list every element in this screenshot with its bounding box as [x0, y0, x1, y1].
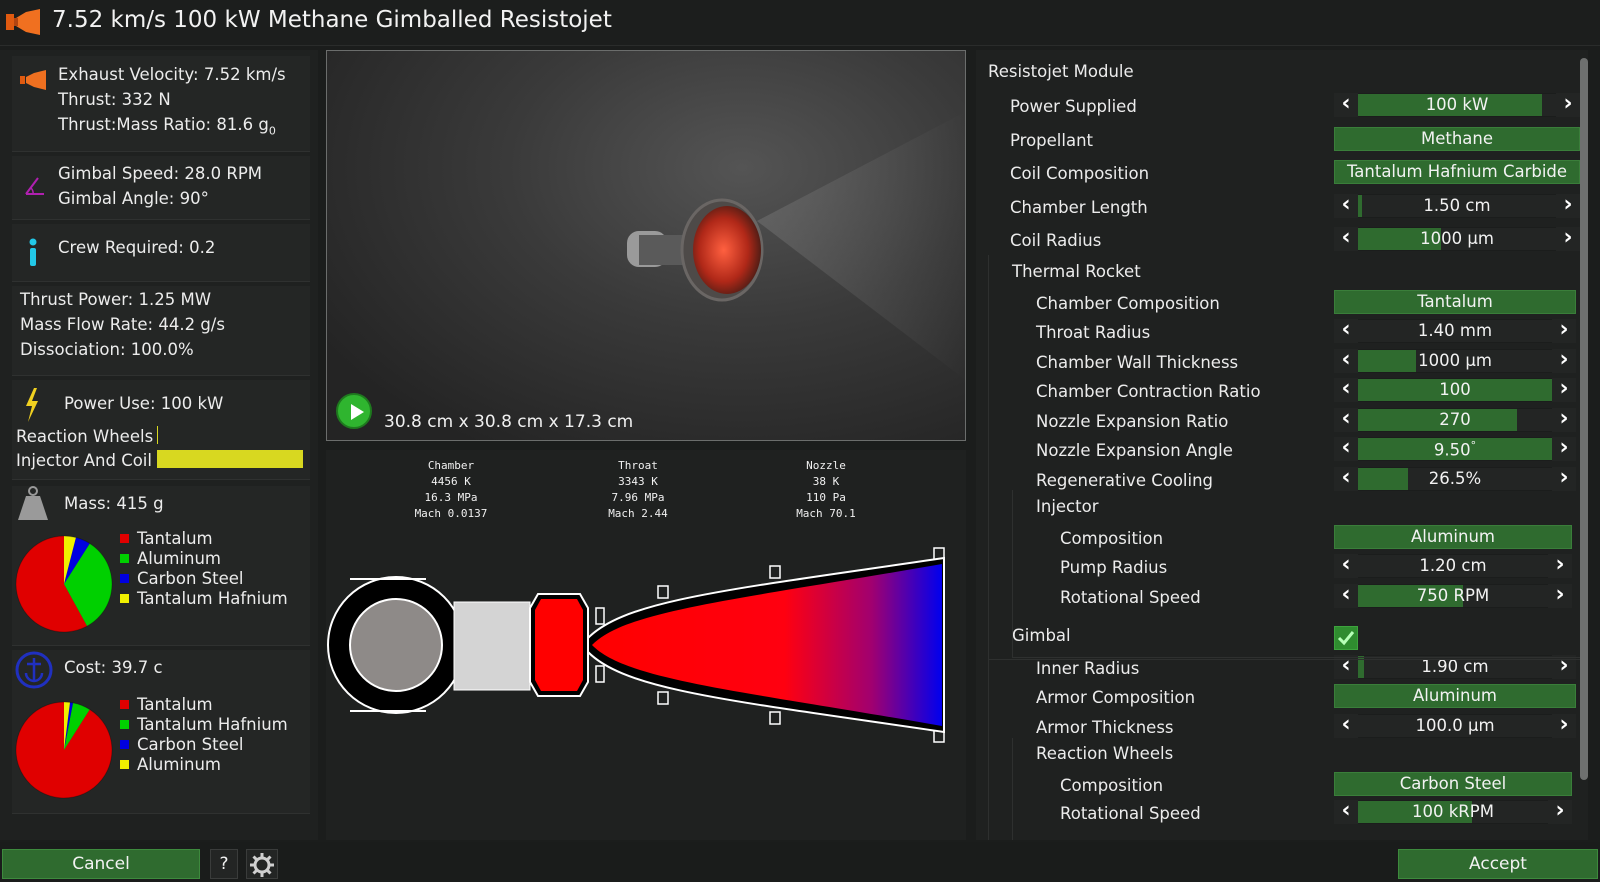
mass-pie-chart: [15, 535, 113, 633]
gimbal-box: Gimbal Speed: 28.0 RPM Gimbal Angle: 90°: [12, 156, 310, 220]
cost-box: Cost: 39.7 c Tantalum Tantalum Hafnium C…: [12, 650, 310, 814]
window-title: 7.52 km/s 100 kW Methane Gimballed Resis…: [52, 7, 612, 33]
accept-button[interactable]: Accept: [1398, 849, 1598, 879]
mass-box: Mass: 415 g Tantalum Aluminum Carbon Ste…: [12, 486, 310, 646]
mass-legend-item: Carbon Steel: [120, 568, 290, 588]
chamber-length-value: 1.50 cm: [1423, 196, 1491, 215]
stats-column: Exhaust Velocity: 7.52 km/s Thrust: 332 …: [0, 50, 318, 840]
title-bar: 7.52 km/s 100 kW Methane Gimballed Resis…: [0, 0, 1600, 46]
weight-icon: [18, 486, 48, 520]
gimbal-angle: Gimbal Angle: 90°: [58, 189, 209, 208]
model-dimensions: 30.8 cm x 30.8 cm x 17.3 cm: [384, 412, 634, 432]
decrease-arrow-icon[interactable]: ‹: [1334, 194, 1358, 218]
info-icon: [29, 238, 37, 266]
coil-radius-stepper[interactable]: ‹ › 1000 μm: [1334, 227, 1580, 251]
propellant-label: Propellant: [1010, 131, 1094, 150]
row-power-supplied: Power Supplied ‹ › 100 kW: [976, 93, 1588, 123]
module-settings-panel: Resistojet Module Power Supplied ‹ › 100 kW…: [976, 50, 1588, 840]
legend-swatch: [120, 533, 129, 543]
model-viewport[interactable]: 30.8 cm x 30.8 cm x 17.3 cm: [326, 50, 966, 441]
coil-composition-select[interactable]: Tantalum Hafnium Carbide: [1334, 160, 1580, 184]
cost-pie-chart: [15, 701, 113, 799]
legend-swatch: [120, 759, 129, 769]
flow-stats-box: Thrust Power: 1.25 MW Mass Flow Rate: 44…: [12, 286, 310, 376]
help-button[interactable]: ?: [210, 849, 238, 879]
coil-radius-label: Coil Radius: [1010, 231, 1102, 250]
propellant-select[interactable]: Methane: [1334, 127, 1580, 151]
coil-composition-label: Coil Composition: [1010, 164, 1150, 183]
power-bar-label-0: Reaction Wheels: [16, 427, 154, 446]
thrust-mass-ratio: Thrust:Mass Ratio: 81.6 g0: [58, 115, 276, 138]
increase-arrow-icon[interactable]: ›: [1556, 93, 1580, 117]
thrust-power: Thrust Power: 1.25 MW: [20, 290, 212, 309]
power-bar-label-1: Injector And Coil: [16, 451, 152, 470]
cost-icon: [15, 651, 53, 689]
legend-swatch: [120, 573, 129, 583]
cost-legend-item: Carbon Steel: [120, 734, 290, 754]
mass-legend: Tantalum Aluminum Carbon Steel Tantalum …: [120, 528, 290, 608]
cost-legend-item: Tantalum Hafnium Ca: [120, 714, 290, 734]
play-button[interactable]: [336, 393, 372, 429]
engine-render: [627, 112, 965, 380]
legend-swatch: [120, 699, 129, 709]
row-propellant: Propellant Methane: [976, 127, 1588, 157]
mass-legend-item: Tantalum: [120, 528, 290, 548]
injector-coil-power-bar: [157, 450, 303, 468]
power-box: Power Use: 100 kW Reaction Wheels Inject…: [12, 380, 310, 480]
footer-bar: Cancel ? Accept: [0, 842, 1600, 882]
row-chamber-length: Chamber Length ‹ › 1.50 cm: [976, 194, 1588, 224]
lightning-icon: [26, 388, 38, 422]
mass-legend-item: Aluminum: [120, 548, 290, 568]
increase-arrow-icon[interactable]: ›: [1556, 227, 1580, 251]
row-coil-radius: Coil Radius ‹ › 1000 μm: [976, 227, 1588, 257]
legend-swatch: [120, 553, 129, 563]
settings-button[interactable]: [246, 849, 278, 879]
nozzle-cross-section: [327, 547, 945, 743]
coil-radius-value: 1000 μm: [1420, 229, 1494, 248]
settings-group: [1012, 738, 1588, 840]
cost-legend-item: Aluminum: [120, 754, 290, 774]
power-supplied-label: Power Supplied: [1010, 97, 1137, 116]
decrease-arrow-icon[interactable]: ‹: [1334, 93, 1358, 117]
cost-legend-item: Tantalum: [120, 694, 290, 714]
dissociation: Dissociation: 100.0%: [20, 340, 194, 359]
exhaust-velocity: Exhaust Velocity: 7.52 km/s: [58, 65, 286, 84]
legend-swatch: [120, 739, 129, 749]
gimbal-speed: Gimbal Speed: 28.0 RPM: [58, 164, 263, 183]
mass-flow-rate: Mass Flow Rate: 44.2 g/s: [20, 315, 225, 334]
panel-scrollbar[interactable]: [1580, 58, 1588, 780]
nozzle-diagram: Chamber 4456 K 16.3 MPa Mach 0.0137 Thro…: [326, 450, 966, 840]
chamber-length-stepper[interactable]: ‹ › 1.50 cm: [1334, 194, 1580, 218]
legend-swatch: [120, 719, 129, 729]
mass-label: Mass: 415 g: [64, 494, 164, 513]
power-supplied-value: 100 kW: [1425, 95, 1489, 114]
power-use: Power Use: 100 kW: [64, 394, 224, 413]
engine-icon: [6, 9, 40, 35]
angle-icon: [25, 177, 44, 195]
legend-swatch: [120, 593, 129, 603]
exhaust-icon: [20, 70, 46, 90]
module-title: Resistojet Module: [988, 62, 1134, 81]
thrust: Thrust: 332 N: [58, 90, 171, 109]
crew-required: Crew Required: 0.2: [58, 238, 216, 257]
power-supplied-stepper[interactable]: ‹ › 100 kW: [1334, 93, 1580, 117]
row-coil-composition: Coil Composition Tantalum Hafnium Carbide: [976, 160, 1588, 190]
mass-legend-item: Tantalum Hafnium Ca: [120, 588, 290, 608]
cost-legend: Tantalum Tantalum Hafnium Ca Carbon Stee…: [120, 694, 290, 774]
cancel-button[interactable]: Cancel: [2, 849, 200, 879]
increase-arrow-icon[interactable]: ›: [1556, 194, 1580, 218]
reaction-wheels-power-bar: [157, 426, 303, 444]
chamber-length-label: Chamber Length: [1010, 198, 1148, 217]
cost-label: Cost: 39.7 c: [64, 658, 163, 677]
gear-icon: [250, 853, 274, 877]
crew-box: Crew Required: 0.2: [12, 224, 310, 282]
performance-box: Exhaust Velocity: 7.52 km/s Thrust: 332 …: [12, 56, 310, 152]
decrease-arrow-icon[interactable]: ‹: [1334, 227, 1358, 251]
